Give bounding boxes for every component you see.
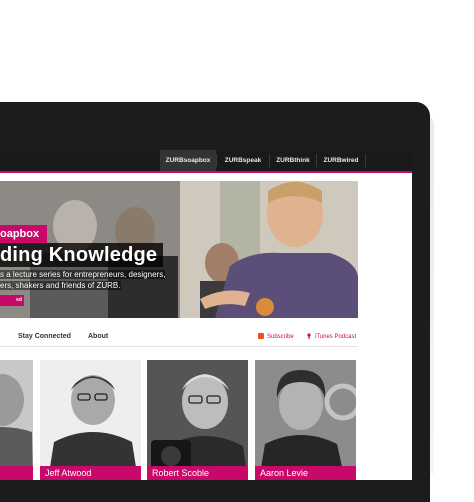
hero-description-line1: s a lecture series for entrepreneurs, de… — [0, 270, 166, 279]
podcast-label: iTunes Podcast — [315, 334, 357, 340]
secondary-navigation: Stay Connected About Subscribe iTunes Po… — [0, 328, 358, 347]
speaker-card[interactable] — [0, 360, 33, 480]
stay-connected-link[interactable]: Stay Connected — [18, 328, 71, 346]
speaker-name — [0, 466, 33, 480]
speaker-photo — [0, 360, 33, 480]
speaker-card-aaron-levie[interactable]: Aaron Levie — [255, 360, 356, 480]
hero-banner: oapbox ding Knowledge s a lecture series… — [0, 181, 358, 318]
tab-zurbwired[interactable]: ZURBwired — [317, 150, 365, 171]
top-navigation: ZURBsoapbox ZURBspeak ZURBthink ZURBwire… — [0, 150, 412, 173]
podcast-icon — [307, 333, 311, 339]
speaker-name: Robert Scoble — [147, 466, 248, 480]
speaker-photo — [255, 360, 356, 480]
tab-zurbthink[interactable]: ZURBthink — [270, 150, 316, 171]
screen: ZURBsoapbox ZURBspeak ZURBthink ZURBwire… — [0, 150, 412, 480]
about-link[interactable]: About — [88, 328, 108, 346]
hero-description-line2: ers, shakers and friends of ZURB. — [0, 281, 121, 290]
nav-divider — [365, 154, 366, 167]
subscribe-link[interactable]: Subscribe — [258, 328, 294, 346]
hero-cta-button[interactable]: ed — [0, 295, 24, 306]
hero-description: s a lecture series for entrepreneurs, de… — [0, 269, 200, 291]
rss-icon — [258, 333, 264, 339]
speaker-photo — [147, 360, 248, 480]
speaker-photo — [40, 360, 141, 480]
speaker-card-robert-scoble[interactable]: Robert Scoble — [147, 360, 248, 480]
itunes-podcast-link[interactable]: iTunes Podcast — [306, 328, 356, 346]
speaker-card-jeff-atwood[interactable]: Jeff Atwood — [40, 360, 141, 480]
hero-tag: oapbox — [0, 225, 48, 243]
subscribe-label: Subscribe — [267, 334, 294, 340]
tab-zurbsoapbox[interactable]: ZURBsoapbox — [160, 150, 216, 171]
speaker-name: Jeff Atwood — [40, 466, 141, 480]
hero-title: ding Knowledge — [0, 243, 164, 267]
tab-zurbspeak[interactable]: ZURBspeak — [217, 150, 269, 171]
speaker-name: Aaron Levie — [255, 466, 356, 480]
